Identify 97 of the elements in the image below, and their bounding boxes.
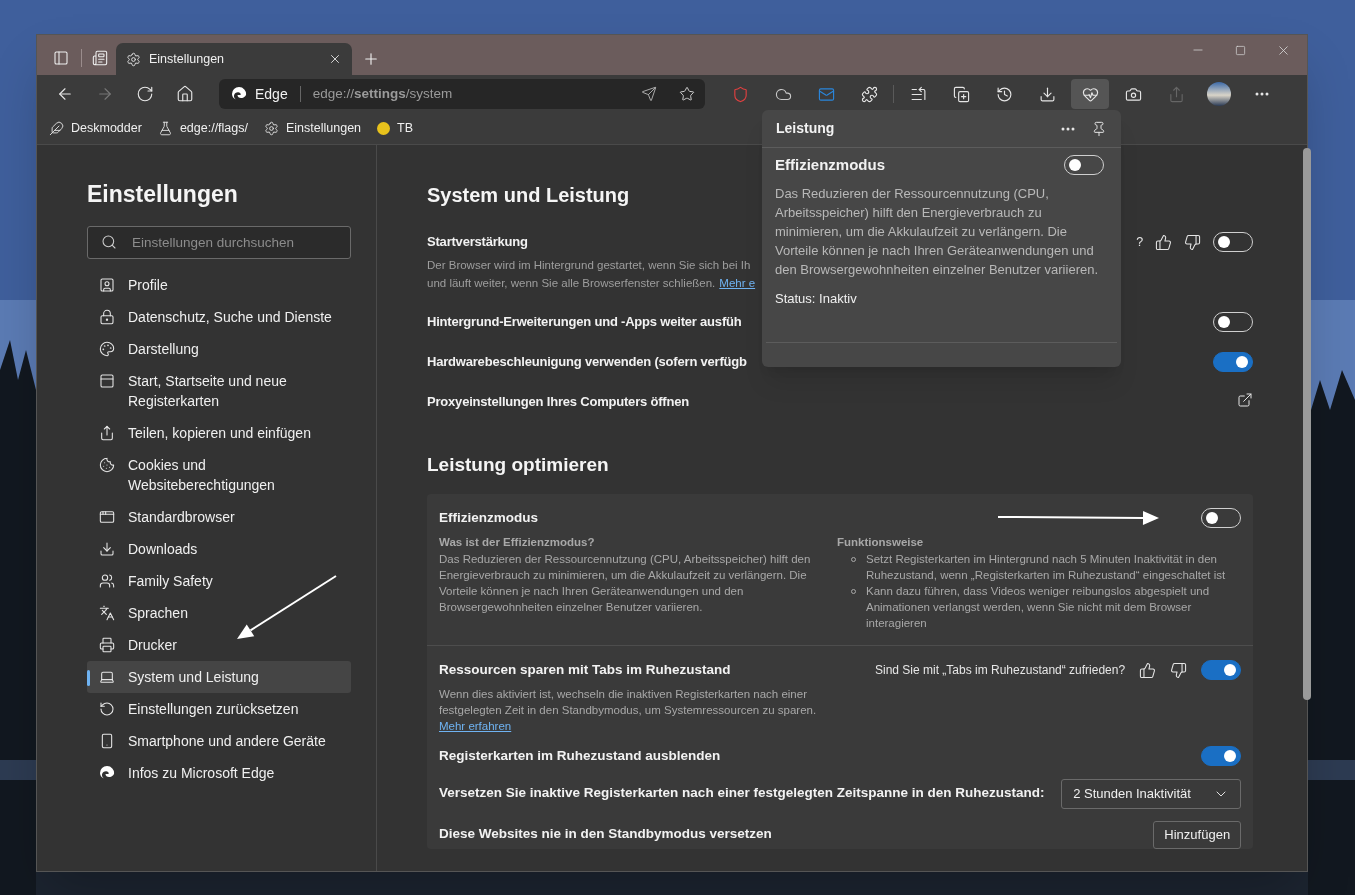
info-text: Das Reduzieren der Ressourcennutzung (CPU, Arbeitsspeicher) hilft den Energieverbrauch zu minimieren, um die Akkulaufzeit zu verlängern. Die Vorteile können je nach Ihren Geräteanwendungen und den Browsergewohnheiten einzelner Benutzer variieren. xyxy=(439,552,812,615)
user-card-icon xyxy=(99,276,115,293)
section-title: Leistung optimieren xyxy=(427,453,609,477)
setting-description: Wenn dies aktiviert ist, wechseln die inaktiven Registerkarten nach einer festgelegten Zeit in den Standbymodus, um Systemressourcen zu sparen. Mehr erfahren xyxy=(439,687,818,735)
window-icon xyxy=(99,372,115,389)
lock-icon xyxy=(99,308,115,325)
languages-icon xyxy=(99,604,115,621)
thumbs-down-icon[interactable] xyxy=(1170,661,1188,679)
maximize-icon[interactable] xyxy=(1235,44,1246,56)
setting-title: Hardwarebeschleunigung verwenden (sofern verfügb xyxy=(427,352,747,371)
close-tab-icon[interactable] xyxy=(328,52,342,66)
more-link[interactable]: Mehr erfahren xyxy=(439,720,512,733)
workspace-icon[interactable] xyxy=(92,50,108,66)
feedback-question: ? xyxy=(1136,233,1144,251)
sidebar-item[interactable]: Infos zu Microsoft Edge xyxy=(87,756,351,789)
toggle-switch[interactable] xyxy=(1201,746,1242,767)
toggle-switch[interactable] xyxy=(1213,351,1254,372)
sidebar-item[interactable]: Start, Startseite und neue Registerkarten xyxy=(87,364,351,417)
info-heading: Funktionsweise xyxy=(837,534,925,550)
thumbs-up-icon[interactable] xyxy=(1139,661,1157,679)
favorite-link[interactable]: TB xyxy=(377,119,414,138)
reset-icon xyxy=(99,700,115,717)
sidebar-item[interactable]: Profile xyxy=(87,268,351,301)
smartphone-icon xyxy=(99,732,115,749)
new-tab-icon[interactable] xyxy=(362,50,380,68)
cookie-icon xyxy=(99,456,115,473)
sidebar-item[interactable]: Darstellung xyxy=(87,332,351,365)
sidebar-item[interactable]: Sprachen xyxy=(87,596,351,629)
more-icon[interactable] xyxy=(1255,92,1269,96)
setting-title: Effizienzmodus xyxy=(439,508,538,527)
forward-icon xyxy=(96,85,114,103)
info-text: Kann dazu führen, dass Videos weniger reibungslos abgespielt und Animationen verlangst werden, wenn Sie nicht mit dem Browser interagieren xyxy=(866,584,1211,631)
gear-icon xyxy=(264,121,279,136)
sidebar-item[interactable]: Drucker xyxy=(87,628,351,661)
address-bar[interactable]: Edge edge://settings/system xyxy=(219,79,705,109)
home-icon xyxy=(176,85,194,103)
sidebar-item[interactable]: Smartphone und andere Geräte xyxy=(87,724,351,757)
send-icon[interactable] xyxy=(641,86,657,102)
thumbs-up-icon[interactable] xyxy=(1155,233,1173,251)
people-icon xyxy=(99,572,115,589)
coin-icon xyxy=(377,122,391,135)
dropdown[interactable]: 2 Stunden Inaktivität xyxy=(1061,778,1242,809)
sidebar-item[interactable]: Einstellungen zurücksetzen xyxy=(87,692,351,725)
toolbar-button[interactable] xyxy=(1071,79,1109,109)
palette-icon xyxy=(99,340,115,357)
status-text: Status: Inaktiv xyxy=(775,289,858,308)
sidebar-item[interactable]: Downloads xyxy=(87,532,351,565)
sidebar-item[interactable]: Datenschutz, Suche und Dienste xyxy=(87,300,351,333)
favorite-link[interactable]: Deskmodder xyxy=(49,119,142,138)
sidebar-item[interactable]: Cookies und Websiteberechtigungen xyxy=(87,448,351,501)
more-icon[interactable] xyxy=(1061,126,1075,131)
sidebar-item[interactable]: System und Leistung xyxy=(87,660,351,693)
sidebar-item[interactable]: Standardbrowser xyxy=(87,500,351,533)
share-icon xyxy=(99,424,115,441)
popup-description: Das Reduzieren der Ressourcennutzung (CPU, Arbeitsspeicher) hilft den Energieverbrauch zu minimieren, um die Akkulaufzeit zu verlängern. Die Vorteile können je nach Ihren Geräteanwendungen und den Browsergewohnheiten einzelner Benutzer variieren. xyxy=(775,184,1100,279)
download-icon xyxy=(99,540,115,557)
toggle-switch[interactable] xyxy=(1201,660,1242,680)
back-icon xyxy=(56,85,74,103)
setting-title: Registerkarten im Ruhezustand ausblenden xyxy=(439,747,722,766)
setting-title: Versetzen Sie inaktive Registerkarten nach einer festgelegten Zeitspanne in den Ruhezustand: xyxy=(439,784,1045,803)
favorite-link[interactable]: Einstellungen xyxy=(264,119,362,138)
refresh-icon xyxy=(136,85,154,103)
info-heading: Was ist der Effizienzmodus? xyxy=(439,534,596,550)
info-text: Setzt Registerkarten im Hintergrund nach 5 Minuten Inaktivität in den Ruhezustand, wenn „Registerkarten im Ruhezustand“ eingeschaltet ist xyxy=(866,552,1227,583)
add-favorite-icon[interactable] xyxy=(679,86,695,102)
feather-icon xyxy=(49,121,64,136)
pin-icon[interactable] xyxy=(1091,120,1107,137)
popup-heading: Effizienzmodus xyxy=(775,155,885,175)
feedback-question: Sind Sie mit „Tabs im Ruhezustand“ zufrieden? xyxy=(875,662,1126,679)
gear-icon xyxy=(126,51,141,67)
setting-title: Diese Websites nie in den Standbymodus versetzen xyxy=(439,825,772,844)
setting-title: Proxyeinstellungen Ihres Computers öffnen xyxy=(427,392,689,411)
thumbs-down-icon[interactable] xyxy=(1184,233,1202,251)
url-text: edge://settings/system xyxy=(312,84,454,103)
browser-tab[interactable]: Einstellungen xyxy=(116,43,352,75)
browser-window-icon xyxy=(99,508,115,525)
sidebar-item[interactable]: Teilen, kopieren und einfügen xyxy=(87,416,351,449)
setting-title: Ressourcen sparen mit Tabs im Ruhezustand xyxy=(439,661,732,679)
add-button[interactable]: Hinzufügen xyxy=(1153,820,1242,849)
sidebar-title: Einstellungen xyxy=(87,180,239,209)
external-link-icon[interactable] xyxy=(1237,391,1254,408)
sidebar-icon[interactable] xyxy=(53,50,69,66)
scrollbar-thumb[interactable] xyxy=(1303,148,1312,700)
favorite-link[interactable]: edge://flags/ xyxy=(157,119,248,138)
sidebar-item[interactable]: Family Safety xyxy=(87,564,351,597)
page-title: System und Leistung xyxy=(427,183,630,208)
popup-title: Leistung xyxy=(776,119,836,138)
site-label: Edge xyxy=(255,84,288,104)
setting-title: Hintergrund-Erweiterungen und -Apps weiter ausfüh xyxy=(427,312,742,331)
more-link[interactable]: Mehr e xyxy=(719,273,756,292)
printer-icon xyxy=(99,636,115,653)
setting-description: Der Browser wird im Hintergrund gestartet, wenn Sie sich bei Ih xyxy=(427,257,752,273)
flask-icon xyxy=(157,121,173,136)
setting-description: und läuft weiter, wenn Sie alle Browserfenster schließen. xyxy=(427,275,716,291)
search-field[interactable]: Einstellungen durchsuchen xyxy=(87,225,351,259)
setting-title: Startverstärkung xyxy=(427,233,529,251)
search-icon xyxy=(101,233,117,250)
